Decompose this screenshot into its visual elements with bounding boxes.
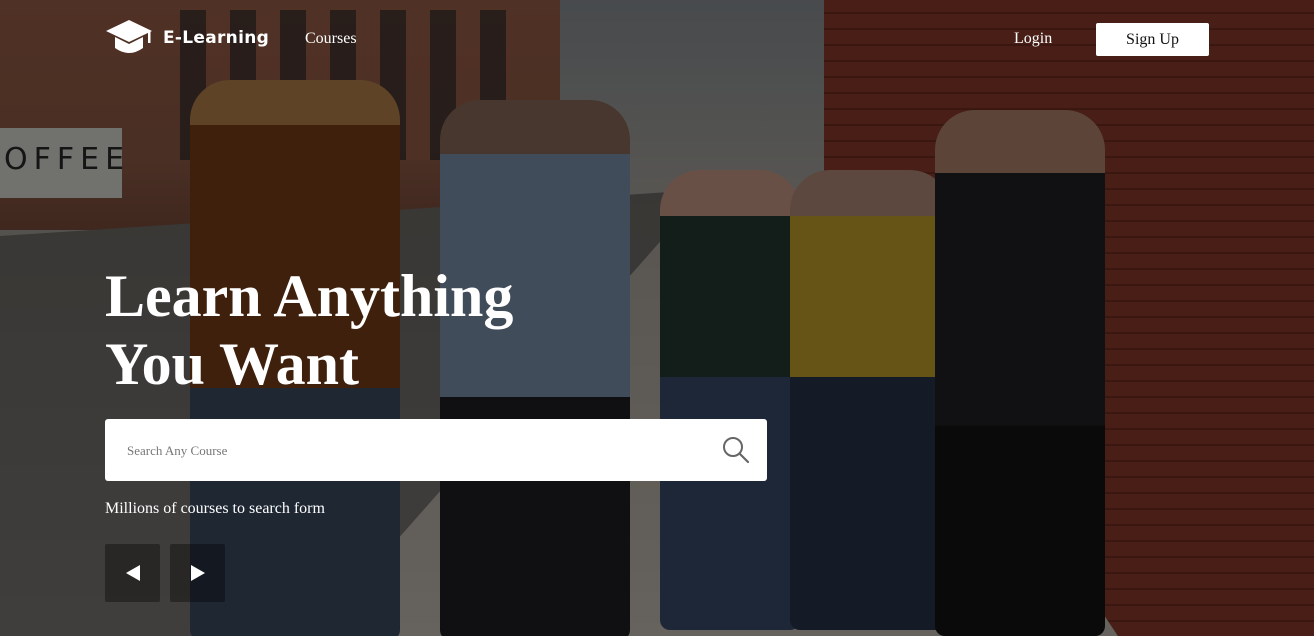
signup-button[interactable]: Sign Up [1096,23,1209,56]
hero-title-line: You Want [105,331,360,397]
graduation-cap-icon [106,20,152,53]
hero-tagline: Millions of courses to search form [105,500,325,517]
triangle-left-icon [125,565,140,581]
carousel-prev-button[interactable] [105,544,160,602]
brand-name: E-Learning [163,28,270,48]
nav-link-courses[interactable]: Courses [305,30,357,48]
search-input[interactable] [125,419,709,483]
hero-title: Learn Anything You Want [105,262,513,398]
brand-logo[interactable]: E-Learning [105,18,269,58]
triangle-right-icon [190,565,205,581]
carousel-next-button[interactable] [170,544,225,602]
search-button[interactable] [719,433,753,467]
hero-title-line: Learn Anything [105,263,514,329]
magnifier-icon [723,437,750,464]
search-bar [105,419,767,483]
login-link[interactable]: Login [1014,30,1052,48]
